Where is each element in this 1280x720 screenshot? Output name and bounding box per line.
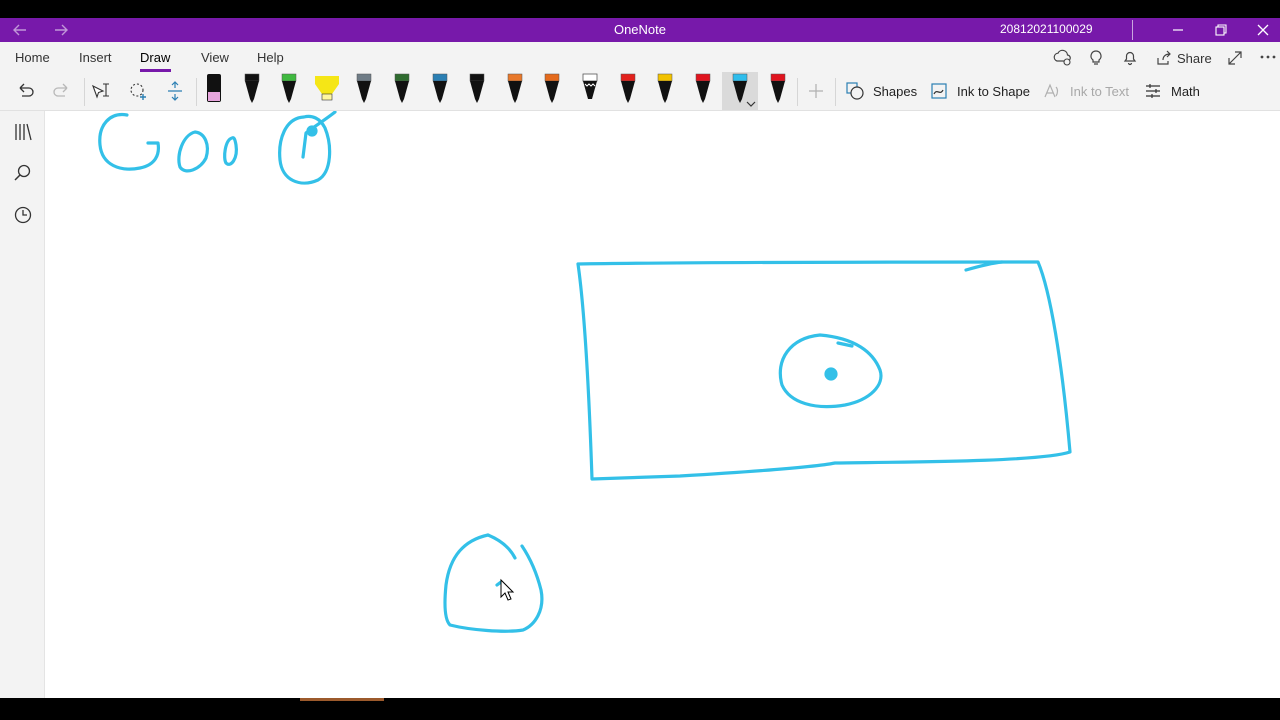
- share-icon: [1157, 50, 1171, 65]
- ink-layer: [98, 110, 1072, 633]
- ink-letter-o-2: [223, 136, 238, 166]
- pen-white-pen[interactable]: [576, 72, 604, 106]
- pen-gold-pen[interactable]: [651, 72, 679, 106]
- ink-circle-tick: [836, 341, 854, 348]
- pen-icon: [582, 73, 598, 99]
- toolbar-divider: [196, 78, 197, 106]
- math-icon: [1146, 84, 1160, 98]
- add-space-lasso-icon[interactable]: [127, 76, 149, 106]
- pen-icon: [545, 73, 560, 103]
- share-button[interactable]: Share: [1155, 48, 1212, 68]
- pen-red-pen[interactable]: [614, 72, 642, 106]
- pen-black-pen-2[interactable]: [463, 72, 491, 106]
- screen-bottom-bar: [0, 698, 1280, 720]
- sync-status-icon[interactable]: [1053, 49, 1073, 67]
- lasso-select-icon[interactable]: [90, 76, 112, 106]
- pen-icon: [207, 74, 221, 102]
- math-button[interactable]: Math: [1143, 76, 1200, 106]
- lightbulb-icon[interactable]: [1088, 49, 1104, 67]
- shapes-button[interactable]: Shapes: [845, 76, 917, 106]
- notebooks-icon[interactable]: [12, 121, 34, 143]
- tab-draw[interactable]: Draw: [140, 50, 170, 65]
- pen-orange-pen[interactable]: [501, 72, 529, 106]
- pen-yellow-highlighter[interactable]: [313, 72, 341, 106]
- pen-green-pen[interactable]: [275, 72, 303, 106]
- minimize-icon[interactable]: [1166, 20, 1190, 40]
- pen-icon: [657, 73, 673, 103]
- math-label: Math: [1171, 83, 1200, 99]
- screen-top-bar: [0, 0, 1280, 18]
- pen-orange-pen-2[interactable]: [538, 72, 566, 106]
- redo-icon[interactable]: [51, 76, 73, 106]
- ink-blob-dot: [495, 580, 503, 587]
- insert-space-icon[interactable]: [164, 76, 186, 106]
- document-id: 20812021100029: [1000, 22, 1093, 36]
- more-options-icon[interactable]: [1259, 52, 1277, 62]
- pen-icon: [620, 73, 635, 103]
- shapes-icon: [846, 82, 864, 100]
- ink-letter-o: [177, 130, 209, 173]
- pen-red-pen-3[interactable]: [764, 72, 792, 106]
- onenote-window: OneNote 20812021100029 Home Insert Draw …: [0, 0, 1280, 720]
- pen-icon: [507, 73, 523, 103]
- title-bar: OneNote 20812021100029: [0, 18, 1280, 42]
- taskbar-accent: [300, 698, 384, 701]
- tab-view[interactable]: View: [201, 50, 229, 65]
- ink-to-shape-button[interactable]: Ink to Shape: [929, 76, 1030, 106]
- pen-pink-highlighter[interactable]: [200, 72, 228, 106]
- pen-red-pen-2[interactable]: [689, 72, 717, 106]
- titlebar-divider: [1132, 20, 1133, 40]
- share-label: Share: [1177, 50, 1212, 66]
- ink-rectangle: [576, 260, 1072, 481]
- pen-icon: [281, 73, 297, 103]
- restore-icon[interactable]: [1208, 20, 1232, 40]
- tab-home[interactable]: Home: [15, 50, 50, 65]
- pen-icon: [244, 73, 259, 103]
- ink-to-text-label: Ink to Text: [1070, 83, 1130, 99]
- ink-to-shape-label: Ink to Shape: [957, 83, 1030, 99]
- toolbar-divider: [797, 78, 798, 106]
- ink-to-text-button[interactable]: Ink to Text: [1042, 76, 1129, 106]
- pen-gray-pencil[interactable]: [350, 72, 378, 106]
- add-pen-icon[interactable]: [806, 76, 826, 106]
- pen-ocean-pen[interactable]: [426, 72, 454, 106]
- tab-help[interactable]: Help: [257, 50, 284, 65]
- chevron-down-icon[interactable]: [746, 100, 756, 108]
- ink-dot: [306, 125, 318, 137]
- undo-icon[interactable]: [14, 76, 36, 106]
- ink-center-dot: [824, 367, 838, 381]
- bell-icon[interactable]: [1122, 49, 1138, 67]
- pen-icon: [394, 73, 410, 103]
- ink-to-text-icon: [1044, 83, 1059, 98]
- note-canvas[interactable]: [45, 110, 1280, 698]
- pen-galaxy-pen[interactable]: [388, 72, 416, 106]
- ink-blob-top: [486, 533, 517, 560]
- close-icon[interactable]: [1251, 20, 1275, 40]
- toolbar-divider: [84, 78, 85, 106]
- pen-black-pen[interactable]: [238, 72, 266, 106]
- toolbar-divider: [835, 78, 836, 106]
- pen-icon: [357, 73, 372, 103]
- active-tab-indicator: [140, 69, 171, 72]
- tab-insert[interactable]: Insert: [79, 50, 112, 65]
- recent-notes-icon[interactable]: [12, 204, 34, 226]
- pen-icon: [469, 73, 485, 103]
- pen-icon: [314, 76, 339, 101]
- search-icon[interactable]: [12, 162, 34, 184]
- ink-to-shape-icon: [931, 83, 947, 99]
- pen-icon: [432, 73, 447, 103]
- fullscreen-icon[interactable]: [1226, 49, 1244, 67]
- shapes-label: Shapes: [873, 83, 918, 99]
- mouse-cursor: [500, 578, 515, 601]
- left-navigation: [0, 111, 45, 698]
- ink-letter-g: [98, 113, 161, 171]
- pen-icon: [770, 73, 786, 103]
- pen-icon: [695, 73, 711, 103]
- ink-blob: [443, 533, 544, 633]
- pen-cyan-pen[interactable]: [722, 72, 759, 110]
